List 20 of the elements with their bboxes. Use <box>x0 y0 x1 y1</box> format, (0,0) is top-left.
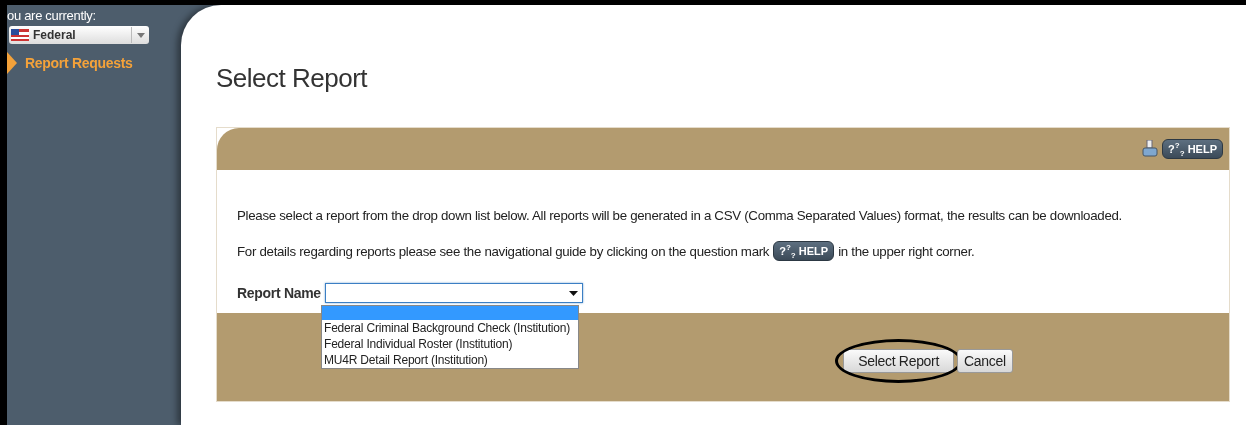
dropdown-option[interactable]: MU4R Detail Report (Institution) <box>322 352 578 368</box>
arrow-icon <box>7 52 17 74</box>
help-button[interactable]: ?$^{?}$$_{?}$ HELP <box>773 241 835 261</box>
instruction-text: in the upper right corner. <box>838 243 975 259</box>
select-report-button[interactable]: Select Report <box>843 349 955 373</box>
flag-icon <box>11 29 29 41</box>
caret-icon <box>136 32 145 38</box>
instruction-text: Please select a report from the drop down list below. All reports will be generated in a CSV (Comma Separated Values) format, the results can be downloaded. <box>237 208 1122 223</box>
dropdown-option[interactable]: Federal Individual Roster (Institution) <box>322 336 578 352</box>
instruction-text: For details regarding reports please see the navigational guide by clicking on the question mark <box>237 243 770 259</box>
context-label: ou are currently: <box>7 8 96 23</box>
dropdown-option[interactable]: Federal Criminal Background Check (Institution) <box>322 320 578 336</box>
context-select[interactable]: Federal <box>9 26 149 44</box>
report-dropdown[interactable] <box>324 283 583 303</box>
field-label: Report Name <box>237 285 321 301</box>
caret-icon <box>568 290 578 296</box>
printer-icon <box>1142 140 1159 158</box>
help-button[interactable]: ?$^{?}$$_{?}$ HELP <box>1162 139 1223 159</box>
cancel-button[interactable]: Cancel <box>957 349 1013 373</box>
page-title: Select Report <box>216 63 369 94</box>
